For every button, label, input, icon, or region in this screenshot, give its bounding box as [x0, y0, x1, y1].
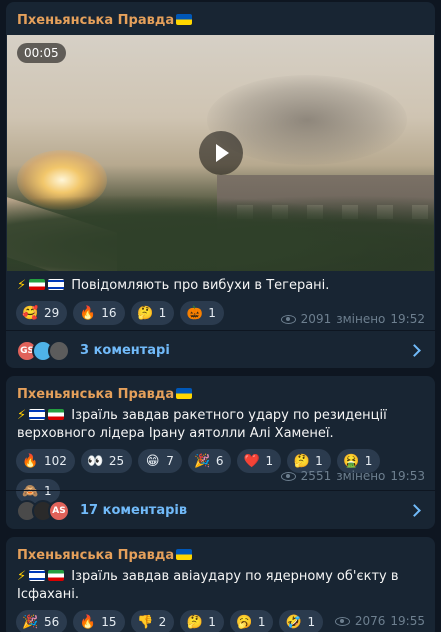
video-player[interactable]: 00:05 — [7, 35, 434, 271]
vomiting-face-icon: 🤮 — [343, 453, 360, 469]
post-meta: 2551 змінено 19:53 — [280, 469, 425, 483]
israel-flag-icon — [29, 570, 46, 581]
reaction-party[interactable]: 🎉 6 — [187, 449, 232, 473]
reaction-heart[interactable]: ❤️ 1 — [237, 449, 282, 473]
fire-icon: 🔥 — [79, 305, 96, 321]
commenter-avatars: AS — [16, 499, 70, 522]
reaction-eyes[interactable]: 👀 25 — [80, 449, 133, 473]
reaction-thinking[interactable]: 🤔 1 — [180, 610, 224, 632]
ukraine-flag-icon — [176, 388, 193, 399]
eye-icon — [334, 616, 350, 626]
rofl-icon: 🤣 — [285, 614, 303, 630]
party-popper-icon: 🎉 — [194, 453, 211, 469]
ukraine-flag-icon — [176, 14, 193, 25]
reaction-thumbs-down[interactable]: 👎 2 — [130, 610, 175, 632]
iran-flag-icon — [48, 409, 65, 420]
chevron-right-icon — [408, 504, 421, 517]
view-count: 2091 — [300, 312, 332, 326]
post-text: ⚡ Ізраїль завдав авіаудару по ядерному о… — [17, 569, 399, 602]
lightning-icon: ⚡ — [17, 278, 27, 293]
thinking-face-icon: 🤔 — [186, 614, 203, 630]
reaction-pumpkin[interactable]: 🎃 1 — [180, 301, 224, 325]
comments-button[interactable]: AS 17 коментарів — [6, 490, 435, 529]
reaction-fire[interactable]: 🔥 16 — [73, 301, 125, 325]
reaction-fire[interactable]: 🔥 15 — [73, 610, 125, 632]
grin-icon: 😁 — [145, 453, 160, 469]
iran-flag-icon — [48, 570, 65, 581]
post-1: Пхеньянська Правда 00:05 ⚡ Повідомляють … — [6, 2, 435, 368]
yawning-face-icon: 🥱 — [236, 614, 253, 630]
post-3: Пхеньянська Правда ⚡ Ізраїль завдав авіа… — [6, 537, 435, 632]
fire-icon: 🔥 — [22, 453, 39, 469]
video-frame-trees — [7, 195, 434, 271]
iran-flag-icon — [29, 279, 46, 290]
reaction-smiling-hearts[interactable]: 🥰 29 — [16, 301, 68, 325]
edited-label: змінено — [336, 312, 386, 326]
channel-name[interactable]: Пхеньянська Правда — [6, 2, 435, 29]
video-duration: 00:05 — [17, 43, 66, 63]
post-time: 19:55 — [390, 614, 425, 628]
fire-icon: 🔥 — [79, 614, 96, 630]
avatar — [48, 339, 70, 362]
post-time: 19:53 — [390, 469, 425, 483]
comments-label: 3 коментарі — [80, 343, 170, 358]
reaction-party[interactable]: 🎉 56 — [16, 610, 68, 632]
post-2: Пхеньянська Правда ⚡ Ізраїль завдав раке… — [6, 376, 435, 529]
channel-name[interactable]: Пхеньянська Правда — [6, 537, 435, 564]
reactions-bar: 🥰 29 🔥 16 🤔 1 🎃 1 — [6, 301, 234, 325]
pumpkin-icon: 🎃 — [186, 305, 203, 321]
eye-icon — [280, 314, 296, 324]
israel-flag-icon — [29, 409, 46, 420]
lightning-icon: ⚡ — [17, 569, 27, 584]
heart-icon: ❤️ — [243, 453, 261, 469]
post-text: ⚡ Ізраїль завдав ракетного удару по рези… — [17, 408, 387, 441]
reaction-thinking[interactable]: 🤔 1 — [130, 301, 175, 325]
party-popper-icon: 🎉 — [22, 614, 39, 630]
post-text: ⚡ Повідомляють про вибухи в Тегерані. — [17, 278, 330, 293]
reaction-yawn[interactable]: 🥱 1 — [229, 610, 274, 632]
view-count: 2076 — [354, 614, 386, 628]
avatar: AS — [48, 499, 70, 522]
chevron-right-icon — [408, 344, 421, 357]
smiling-hearts-icon: 🥰 — [22, 305, 39, 321]
reaction-rofl[interactable]: 🤣 1 — [279, 610, 324, 632]
israel-flag-icon — [48, 279, 65, 290]
ukraine-flag-icon — [176, 549, 193, 560]
reaction-grin[interactable]: 😁 7 — [138, 449, 182, 473]
comments-button[interactable]: GS 3 коментарі — [6, 330, 435, 368]
eye-icon — [280, 471, 296, 481]
post-meta: 2091 змінено 19:52 — [280, 312, 425, 326]
commenter-avatars: GS — [16, 339, 70, 362]
view-count: 2551 — [300, 469, 332, 483]
eyes-icon: 👀 — [87, 453, 104, 469]
post-meta: 2076 19:55 — [334, 614, 425, 628]
thinking-face-icon: 🤔 — [293, 453, 310, 469]
edited-label: змінено — [336, 469, 386, 483]
lightning-icon: ⚡ — [17, 408, 27, 423]
thinking-face-icon: 🤔 — [136, 305, 154, 321]
play-icon[interactable] — [199, 131, 243, 175]
thumbs-down-icon: 👎 — [136, 614, 154, 630]
channel-name[interactable]: Пхеньянська Правда — [6, 376, 435, 403]
comments-label: 17 коментарів — [80, 503, 188, 518]
reaction-fire[interactable]: 🔥 102 — [16, 449, 75, 473]
post-time: 19:52 — [390, 312, 425, 326]
